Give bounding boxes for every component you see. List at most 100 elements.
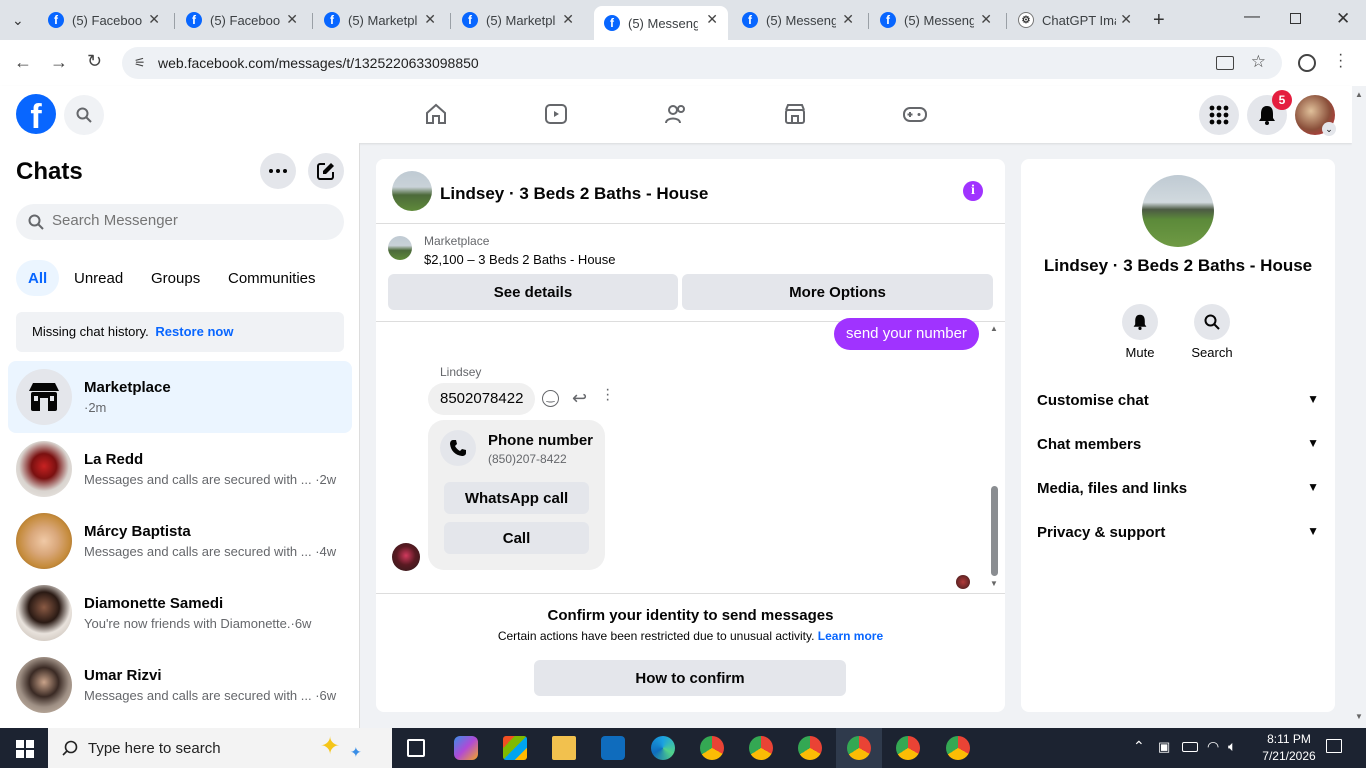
close-tab-icon[interactable]: ✕ bbox=[286, 11, 298, 28]
marketplace-nav-icon[interactable] bbox=[783, 102, 807, 126]
facebook-favicon-icon: f bbox=[48, 12, 64, 28]
chrome-app-icon[interactable] bbox=[700, 736, 724, 760]
browser-tab[interactable]: f (5) Facebook ✕ bbox=[176, 6, 308, 34]
browser-tab[interactable]: f (5) Facebook ✕ bbox=[38, 6, 170, 34]
address-bar[interactable]: ⚟ web.facebook.com/messages/t/1325220633… bbox=[122, 47, 1282, 79]
conversation-info-icon[interactable]: i bbox=[963, 181, 983, 201]
chat-options-button[interactable] bbox=[260, 153, 296, 189]
see-details-button[interactable]: See details bbox=[388, 274, 678, 310]
browser-tab[interactable]: f (5) Marketplace ✕ bbox=[314, 6, 446, 34]
close-tab-icon[interactable]: ✕ bbox=[706, 11, 718, 28]
clock-date[interactable]: 7/21/2026 bbox=[1254, 749, 1324, 763]
learn-more-link[interactable]: Learn more bbox=[818, 629, 883, 643]
volume-icon[interactable]: 🔈︎ bbox=[1228, 738, 1236, 755]
outlook-app-icon[interactable] bbox=[601, 736, 625, 760]
browser-tab[interactable]: f (5) Messenger ✕ bbox=[732, 6, 864, 34]
battery-icon[interactable] bbox=[1182, 742, 1198, 752]
section-customise-chat[interactable]: Customise chat ▼ bbox=[1037, 392, 1319, 409]
search-messenger-input[interactable] bbox=[52, 212, 332, 229]
new-message-button[interactable] bbox=[308, 153, 344, 189]
close-tab-icon[interactable]: ✕ bbox=[842, 11, 854, 28]
site-info-icon[interactable]: ⚟ bbox=[134, 55, 146, 71]
file-explorer-icon[interactable] bbox=[552, 736, 576, 760]
sent-message-bubble[interactable]: send your number bbox=[834, 318, 979, 350]
filter-unread[interactable]: Unread bbox=[62, 260, 135, 296]
message-more-icon[interactable]: · · · bbox=[605, 382, 610, 408]
windows-start-icon[interactable] bbox=[16, 740, 34, 758]
facebook-logo-icon[interactable]: f bbox=[16, 94, 56, 134]
task-view-icon[interactable] bbox=[407, 739, 425, 757]
friends-nav-icon[interactable] bbox=[664, 102, 688, 126]
chevron-down-icon: ▼ bbox=[1307, 480, 1319, 494]
close-tab-icon[interactable]: ✕ bbox=[980, 11, 992, 28]
chrome-app-icon[interactable] bbox=[946, 736, 970, 760]
copilot-app-icon[interactable] bbox=[454, 736, 478, 760]
chat-item[interactable]: Márcy Baptista Messages and calls are se… bbox=[8, 505, 352, 577]
chat-item[interactable]: La Redd Messages and calls are secured w… bbox=[8, 433, 352, 505]
forward-icon[interactable]: → bbox=[50, 52, 68, 73]
home-nav-icon[interactable] bbox=[424, 102, 448, 126]
received-message-bubble[interactable]: 8502078422 bbox=[428, 383, 536, 415]
profile-avatar[interactable] bbox=[1142, 175, 1214, 247]
chat-item[interactable]: Umar Rizvi Messages and calls are secure… bbox=[8, 649, 352, 721]
close-tab-icon[interactable]: ✕ bbox=[1120, 11, 1132, 28]
more-options-button[interactable]: More Options bbox=[682, 274, 993, 310]
call-button[interactable]: Call bbox=[444, 522, 589, 554]
chrome-app-icon[interactable] bbox=[896, 736, 920, 760]
page-scrollbar[interactable]: ▲ ▼ bbox=[1352, 86, 1366, 728]
section-media-files-links[interactable]: Media, files and links ▼ bbox=[1037, 480, 1319, 497]
chat-item-marketplace[interactable]: Marketplace ·2m bbox=[8, 361, 352, 433]
profile-icon[interactable] bbox=[1298, 54, 1316, 72]
browser-tab[interactable]: f (5) Marketplace ✕ bbox=[452, 6, 584, 34]
close-tab-icon[interactable]: ✕ bbox=[424, 11, 436, 28]
conversation-title[interactable]: Lindsey · 3 Beds 2 Baths - House bbox=[440, 184, 708, 204]
video-nav-icon[interactable] bbox=[544, 102, 568, 126]
bookmark-star-icon[interactable]: ☆ bbox=[1251, 52, 1266, 72]
whatsapp-call-button[interactable]: WhatsApp call bbox=[444, 482, 589, 514]
mute-button[interactable] bbox=[1122, 304, 1158, 340]
restore-now-link[interactable]: Restore now bbox=[155, 324, 233, 339]
edge-browser-icon[interactable] bbox=[651, 736, 675, 760]
reply-icon[interactable]: ↩ bbox=[572, 388, 587, 409]
section-chat-members[interactable]: Chat members ▼ bbox=[1037, 436, 1319, 453]
search-conversation-button[interactable] bbox=[1194, 304, 1230, 340]
browser-menu-icon[interactable]: · · · bbox=[1338, 47, 1343, 75]
new-tab-icon[interactable]: + bbox=[1153, 9, 1165, 32]
menu-button[interactable] bbox=[1199, 95, 1239, 135]
filter-groups[interactable]: Groups bbox=[139, 260, 212, 296]
browser-tab[interactable]: f (5) Messenger ✕ bbox=[870, 6, 1002, 34]
browser-tab[interactable]: ⚙ ChatGPT Image ✕ bbox=[1008, 6, 1142, 34]
search-messenger-field[interactable] bbox=[16, 204, 344, 240]
conversation-avatar[interactable] bbox=[392, 171, 432, 211]
tab-search-chevron-icon[interactable]: ⌄ bbox=[12, 12, 24, 29]
back-icon[interactable]: ← bbox=[14, 52, 32, 73]
reload-icon[interactable]: ↻ bbox=[87, 51, 102, 72]
store-app-icon[interactable] bbox=[503, 736, 527, 760]
close-tab-icon[interactable]: ✕ bbox=[562, 11, 574, 28]
filter-all[interactable]: All bbox=[16, 260, 60, 296]
install-app-icon[interactable] bbox=[1216, 56, 1234, 70]
close-window-icon[interactable]: ✕ bbox=[1336, 9, 1350, 29]
account-chevron-icon[interactable]: ⌄ bbox=[1322, 122, 1336, 136]
gaming-nav-icon[interactable] bbox=[903, 102, 927, 126]
chrome-app-icon[interactable] bbox=[798, 736, 822, 760]
messages-scrollbar[interactable]: ▲ ▼ bbox=[989, 324, 999, 589]
section-privacy-support[interactable]: Privacy & support ▼ bbox=[1037, 524, 1319, 541]
filter-communities[interactable]: Communities bbox=[216, 260, 328, 296]
wifi-icon[interactable]: ◠ bbox=[1207, 738, 1219, 755]
restore-window-icon[interactable] bbox=[1290, 13, 1301, 24]
close-tab-icon[interactable]: ✕ bbox=[148, 11, 160, 28]
chat-item[interactable]: Diamonette Samedi You're now friends wit… bbox=[8, 577, 352, 649]
react-smiley-icon[interactable]: ‿ bbox=[542, 390, 559, 407]
minimize-window-icon[interactable]: — bbox=[1244, 8, 1260, 26]
notification-center-icon[interactable] bbox=[1326, 739, 1342, 753]
chrome-app-icon[interactable] bbox=[847, 736, 871, 760]
clock-time[interactable]: 8:11 PM bbox=[1254, 732, 1324, 746]
meet-now-icon[interactable]: ▣ bbox=[1158, 739, 1170, 755]
chrome-app-icon[interactable] bbox=[749, 736, 773, 760]
how-to-confirm-button[interactable]: How to confirm bbox=[534, 660, 846, 696]
show-hidden-icons-icon[interactable]: ⌃ bbox=[1133, 738, 1145, 755]
browser-tab-active[interactable]: f (5) Messenger ✕ bbox=[594, 6, 728, 40]
search-facebook-button[interactable] bbox=[64, 95, 104, 135]
taskbar-search-box[interactable]: Type here to search ✦ ✦ bbox=[48, 728, 392, 768]
